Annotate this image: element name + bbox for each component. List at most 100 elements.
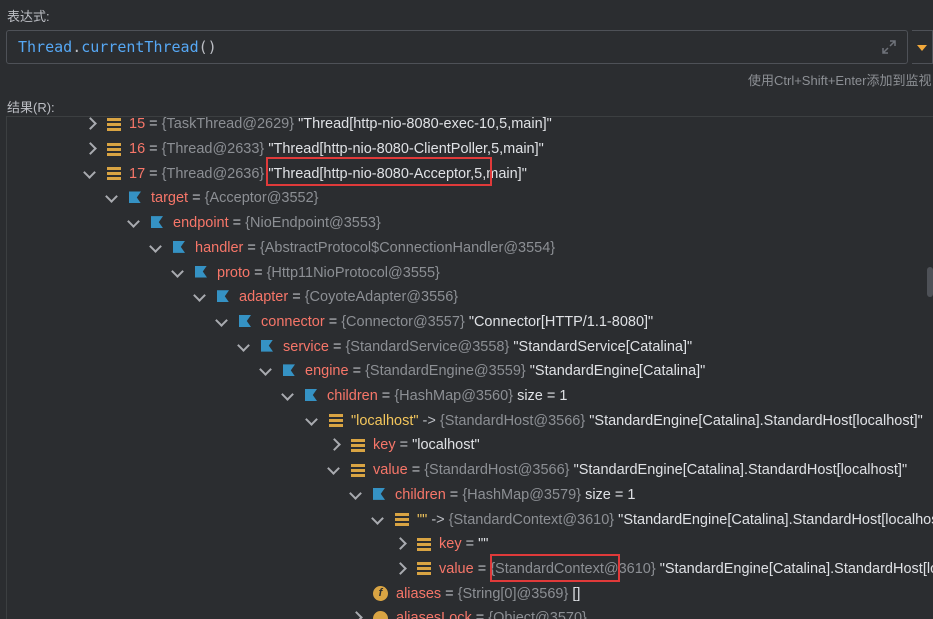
tree-row-name: children (395, 486, 446, 503)
tree-row-ref: {HashMap@3560} (394, 388, 514, 405)
tree-row-value: "Thread[http-nio-8080-Acceptor,5,main]" (268, 165, 527, 182)
chevron-down-icon (917, 45, 927, 51)
tree-row-value: "Thread[http-nio-8080-ClientPoller,5,mai… (268, 141, 544, 158)
chevron-right-icon[interactable] (393, 563, 405, 575)
chevron-down-icon[interactable] (127, 217, 139, 229)
tree-row-ref: {AbstractProtocol$ConnectionHandler@3554… (259, 239, 556, 256)
tree-row-operator: = (145, 116, 162, 133)
tree-row[interactable]: 17 = {Thread@2636} "Thread[http-nio-8080… (7, 161, 933, 186)
tree-row-ref: {Acceptor@3552} (204, 190, 319, 207)
tree-row[interactable]: proto = {Http11NioProtocol@3555} (7, 260, 933, 285)
history-dropdown-button[interactable] (912, 30, 933, 64)
tree-row-ref: {Object@3570} (488, 610, 587, 619)
tree-row[interactable]: handler = {AbstractProtocol$ConnectionHa… (7, 236, 933, 261)
tree-row-operator: = (348, 363, 366, 380)
expression-input[interactable]: Thread.currentThread() (6, 30, 908, 64)
tree-row[interactable]: engine = {StandardEngine@3559} "Standard… (7, 359, 933, 384)
tree-row[interactable]: aliasesLock = {Object@3570} (7, 606, 933, 619)
tree-row[interactable]: adapter = {CoyoteAdapter@3556} (7, 285, 933, 310)
chevron-down-icon[interactable] (83, 168, 95, 180)
tree-row-value: "StandardEngine[Catalina]" (529, 363, 706, 380)
tree-row-value: "StandardEngine[Catalina].StandardHost[l… (589, 412, 923, 429)
tree-row[interactable]: service = {StandardService@3558} "Standa… (7, 334, 933, 359)
tree-row-operator: = (471, 610, 489, 619)
chevron-right-icon[interactable] (83, 118, 95, 130)
chevron-down-icon[interactable] (281, 390, 293, 402)
tree-row-ref: {Connector@3557} (341, 313, 465, 330)
chevron-down-icon[interactable] (349, 489, 361, 501)
tree-row-ref: {StandardEngine@3559} (365, 363, 526, 380)
tree-row-name: value (373, 462, 408, 479)
tree-row[interactable]: key = "localhost" (7, 433, 933, 458)
chevron-down-icon[interactable] (215, 316, 227, 328)
chevron-down-icon[interactable] (105, 192, 117, 204)
tree-row-name: aliasesLock (396, 610, 472, 619)
add-to-watch-hint: 使用Ctrl+Shift+Enter添加到监视 (748, 73, 932, 88)
tree-row[interactable]: children = {HashMap@3560} size = 1 (7, 384, 933, 409)
tree-row-ref: {String[0]@3569} (457, 585, 569, 602)
chevron-down-icon[interactable] (193, 291, 205, 303)
expression-text[interactable]: Thread.currentThread() (18, 38, 217, 56)
chevron-down-icon[interactable] (149, 242, 161, 254)
chevron-down-icon[interactable] (171, 267, 183, 279)
expression-label: 表达式: (7, 9, 50, 24)
tree-row-name: 15 (129, 116, 146, 133)
tree-row-name: key (373, 437, 396, 454)
field-icon (373, 488, 385, 502)
list-icon (107, 117, 121, 131)
result-tree[interactable]: 15 = {TaskThread@2629} "Thread[http-nio-… (6, 116, 933, 619)
tree-row[interactable]: connector = {Connector@3557} "Connector[… (7, 310, 933, 335)
tree-row-name: handler (195, 239, 244, 256)
tree-row-ref: {TaskThread@2629} (161, 116, 295, 133)
tree-row-name: 16 (129, 141, 146, 158)
field-icon (217, 290, 229, 304)
expand-icon[interactable] (881, 39, 897, 55)
tree-row[interactable]: target = {Acceptor@3552} (7, 186, 933, 211)
tree-row-operator: = (288, 289, 305, 306)
tree-row-name: key (439, 536, 462, 553)
list-icon (395, 513, 409, 527)
tree-row-name: connector (261, 313, 325, 330)
tree-row[interactable]: endpoint = {NioEndpoint@3553} (7, 211, 933, 236)
list-icon (417, 562, 431, 576)
chevron-down-icon[interactable] (327, 464, 339, 476)
tree-row[interactable]: "localhost" -> {StandardHost@3566} "Stan… (7, 408, 933, 433)
tree-row[interactable]: f aliases = {String[0]@3569} [] (7, 581, 933, 606)
tree-row-ref: {Http11NioProtocol@3555} (266, 264, 440, 281)
tree-row[interactable]: key = "" (7, 532, 933, 557)
field-icon (305, 389, 317, 403)
tree-row-ref: {StandardContext@3610} (490, 560, 656, 577)
field-icon (173, 241, 185, 255)
tree-row-ref: {CoyoteAdapter@3556} (304, 289, 459, 306)
list-icon (107, 167, 121, 181)
field-icon (129, 191, 141, 205)
tree-row-value: "" (478, 536, 489, 553)
tree-row[interactable]: 15 = {TaskThread@2629} "Thread[http-nio-… (7, 116, 933, 137)
tree-row[interactable]: value = {StandardContext@3610} "Standard… (7, 557, 933, 582)
chevron-right-icon[interactable] (327, 439, 339, 451)
tree-row-value: "StandardEngine[Catalina].StandardHost[l… (618, 511, 933, 528)
tree-row[interactable]: 16 = {Thread@2633} "Thread[http-nio-8080… (7, 137, 933, 162)
chevron-right-icon[interactable] (83, 143, 95, 155)
chevron-right-icon[interactable] (349, 612, 361, 619)
expression-parens-token: () (198, 38, 217, 56)
tree-row-value: [] (572, 585, 581, 602)
tree-row[interactable]: "" -> {StandardContext@3610} "StandardEn… (7, 507, 933, 532)
tree-row-operator: = (243, 239, 260, 256)
chevron-down-icon[interactable] (305, 415, 317, 427)
final-field-icon: f (373, 586, 388, 602)
chevron-down-icon[interactable] (371, 514, 383, 526)
tree-row-operator: = (377, 388, 395, 405)
chevron-down-icon[interactable] (259, 365, 271, 377)
tree-row-operator: -> (418, 412, 440, 429)
tree-row[interactable]: value = {StandardHost@3566} "StandardEng… (7, 458, 933, 483)
field-icon (261, 340, 273, 354)
tree-row-operator: -> (427, 511, 449, 528)
chevron-down-icon[interactable] (237, 341, 249, 353)
expression-method-token: currentThread (81, 38, 199, 56)
chevron-right-icon[interactable] (393, 538, 405, 550)
result-label: 结果(R): (7, 100, 55, 115)
tree-row[interactable]: children = {HashMap@3579} size = 1 (7, 483, 933, 508)
tree-row-name: children (327, 388, 378, 405)
